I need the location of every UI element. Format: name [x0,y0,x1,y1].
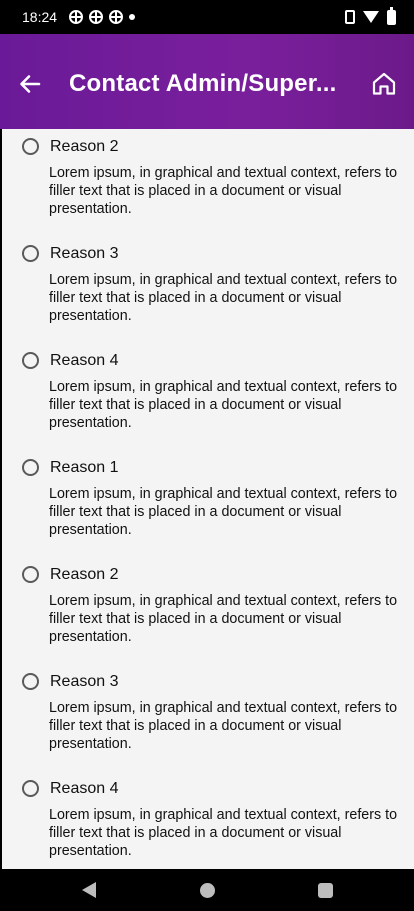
reason-item[interactable]: Reason 4 Lorem ipsum, in graphical and te… [2,771,414,869]
dpad-icon [89,10,104,24]
reason-radio-button[interactable] [22,352,39,369]
reason-item[interactable]: Reason 2 Lorem ipsum, in graphical and te… [2,129,414,236]
reason-title: Reason 3 [50,673,119,690]
status-bar: 18:24 [0,0,414,34]
home-button[interactable] [370,70,398,98]
reason-title: Reason 2 [50,138,119,155]
reason-list[interactable]: Reason 2 Lorem ipsum, in graphical and te… [2,129,414,869]
back-button[interactable] [18,72,42,96]
reason-radio-button[interactable] [22,245,39,262]
reason-description: Lorem ipsum, in graphical and textual co… [49,379,398,431]
reason-title: Reason 4 [50,352,119,369]
reason-radio-button[interactable] [22,673,39,690]
reason-description: Lorem ipsum, in graphical and textual co… [49,272,398,324]
arrow-left-icon [20,74,41,93]
reason-item[interactable]: Reason 4 Lorem ipsum, in graphical and te… [2,343,414,450]
nav-home-icon[interactable] [200,883,215,898]
reason-title: Reason 3 [50,245,119,262]
reason-list-inner: Reason 2 Lorem ipsum, in graphical and te… [2,129,414,869]
reason-description: Lorem ipsum, in graphical and textual co… [49,165,398,217]
reason-description: Lorem ipsum, in graphical and textual co… [49,700,398,752]
reason-radio-button[interactable] [22,138,39,155]
nav-recents-icon[interactable] [318,883,333,898]
app-bar: Contact Admin/Super... [0,34,414,129]
reason-item[interactable]: Reason 3 Lorem ipsum, in graphical and te… [2,236,414,343]
status-icons-right [345,6,396,25]
system-nav-bar [0,869,414,911]
nav-back-icon[interactable] [82,882,96,898]
battery-icon [387,6,396,25]
reason-description: Lorem ipsum, in graphical and textual co… [49,807,398,859]
page-title: Contact Admin/Super... [69,69,337,97]
reason-description: Lorem ipsum, in graphical and textual co… [49,593,398,645]
reason-title: Reason 2 [50,566,119,583]
reason-radio-button[interactable] [22,459,39,476]
reason-title: Reason 4 [50,780,119,797]
wifi-icon [363,11,379,23]
reason-radio-button[interactable] [22,566,39,583]
reason-radio-button[interactable] [22,780,39,797]
dpad-icon [69,10,84,24]
reason-description: Lorem ipsum, in graphical and textual co… [49,486,398,538]
status-icons-left [69,10,136,24]
notification-dot-icon [129,14,136,20]
vibrate-icon [345,10,355,24]
reason-item[interactable]: Reason 3 Lorem ipsum, in graphical and te… [2,664,414,771]
reason-item[interactable]: Reason 1 Lorem ipsum, in graphical and te… [2,450,414,557]
dpad-icon [109,10,124,24]
home-icon [372,72,396,95]
reason-item[interactable]: Reason 2 Lorem ipsum, in graphical and te… [2,557,414,664]
status-time: 18:24 [22,9,58,25]
reason-title: Reason 1 [50,459,119,476]
